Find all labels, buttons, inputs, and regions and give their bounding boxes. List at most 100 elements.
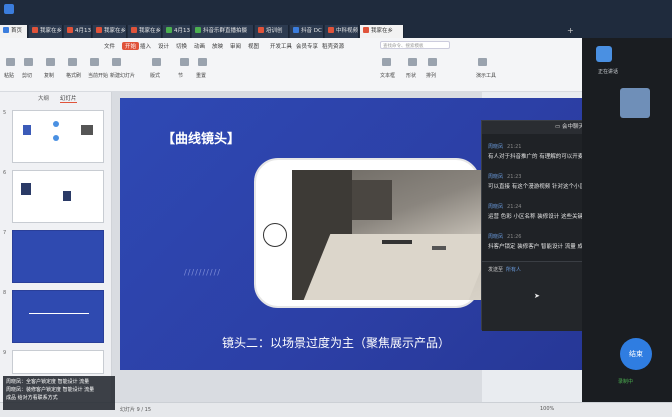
tab[interactable]: 抖音乐群直播拍摄 <box>192 25 254 38</box>
ribbon-button[interactable]: 演示工具 <box>476 72 496 79</box>
tab-label: 我家在乡 <box>104 28 127 34</box>
chat-notification-overlay: 周晓凤：全客户锁定度 智能设计 流量 周晓凤：装修客户锁定度 智能设计 流量 成… <box>3 376 115 410</box>
tab-label: 我家在乡 <box>371 28 394 34</box>
slide-thumbnail[interactable] <box>12 350 104 374</box>
meeting-side-panel: 正在讲话 结束 录制中 <box>582 38 672 417</box>
tab-icon <box>32 27 38 33</box>
menu-item[interactable]: 视图 <box>248 42 259 50</box>
sender-name: 周晓凤 <box>488 174 504 180</box>
send-to-label: 发送至 <box>488 267 504 273</box>
tab[interactable]: 4月13日 <box>64 25 92 38</box>
menu-item[interactable]: 稻壳资源 <box>322 42 344 50</box>
slide-thumbnail-panel: 大纲 幻灯片 5 6 7 8 9 <box>0 92 112 402</box>
mouse-cursor-icon: ➤ <box>534 292 540 300</box>
ribbon-button[interactable]: 版式 <box>150 72 160 79</box>
end-button-label: 结束 <box>629 350 643 358</box>
tab[interactable]: 我家在乡 <box>29 25 63 38</box>
zoom-level[interactable]: 100% <box>540 406 554 412</box>
ribbon-button[interactable]: 粘贴 <box>4 72 14 79</box>
menu-item[interactable]: 设计 <box>158 42 169 50</box>
slide-thumbnail[interactable] <box>12 170 104 223</box>
ribbon-button-icon <box>6 58 15 66</box>
menu-item[interactable]: 文件 <box>104 42 115 50</box>
message-time: 21:26 <box>507 234 522 240</box>
ribbon-button[interactable]: 剪切 <box>22 72 32 79</box>
send-to-select[interactable]: 所有人 <box>506 266 521 273</box>
ribbon-button[interactable]: 格式刷 <box>66 72 81 79</box>
menu-item[interactable]: 动画 <box>194 42 205 50</box>
ribbon-button[interactable]: 文本框 <box>380 72 395 79</box>
tab-label: 我家在乡 <box>40 28 63 34</box>
slide-thumbnail[interactable] <box>12 290 104 343</box>
participant-video <box>620 88 650 118</box>
tab[interactable]: 我家在乡 <box>360 25 404 38</box>
tab[interactable]: 培训创 <box>255 25 289 38</box>
speaker-avatar <box>596 46 612 62</box>
search-input[interactable]: 查找命令、搜索模板 <box>380 41 450 49</box>
tab[interactable]: 4月13日 <box>163 25 191 38</box>
search-placeholder: 查找命令、搜索模板 <box>383 44 424 49</box>
ribbon-button-icon <box>68 58 77 66</box>
notification-line: 周晓凤：装修客户锁定度 智能设计 流量 <box>6 387 95 393</box>
end-button[interactable]: 结束 <box>620 338 652 370</box>
tab[interactable]: 中科视频 <box>325 25 359 38</box>
ribbon-button[interactable]: 复制 <box>44 72 54 79</box>
tab-icon <box>166 27 172 33</box>
notification-line: 成品 给对方看联系方式 <box>6 395 58 401</box>
menu-item[interactable]: 开发工具 <box>270 42 292 50</box>
slide-number: 9 <box>3 350 7 356</box>
slide-counter: 幻灯片 9 / 15 <box>120 407 151 413</box>
slide-number: 8 <box>3 290 7 296</box>
app-logo-icon <box>4 4 14 14</box>
tab-slides[interactable]: 幻灯片 <box>60 94 77 103</box>
speaking-status: 正在讲话 <box>598 69 619 75</box>
ribbon-button[interactable]: 排列 <box>426 72 436 79</box>
tab-outline[interactable]: 大纲 <box>38 94 49 102</box>
tab-icon <box>328 27 334 33</box>
menu-item[interactable]: 会员专享 <box>296 42 318 50</box>
slide-thumbnail[interactable] <box>12 110 104 163</box>
ribbon-button-icon <box>180 58 189 66</box>
tab-icon <box>67 27 73 33</box>
menu-item[interactable]: 开始 <box>122 42 140 50</box>
message-time: 21:23 <box>507 174 522 180</box>
ribbon-button[interactable]: 节 <box>178 72 183 79</box>
tab-icon <box>131 27 137 33</box>
ribbon-button[interactable]: 形状 <box>406 72 416 79</box>
message-time: 21:21 <box>507 144 522 150</box>
ribbon-button-icon <box>428 58 437 66</box>
ribbon-button[interactable]: 重置 <box>196 72 206 79</box>
ribbon-toolbar: 文件 开始 插入 设计 切换 动画 放映 审阅 视图 开发工具 会员专享 稻壳资源 查找命令、搜索模板… <box>0 38 582 92</box>
tab[interactable]: 我家在乡 <box>128 25 162 38</box>
tab-icon <box>258 27 264 33</box>
slide-thumbnail[interactable] <box>12 230 104 283</box>
message-time: 21:24 <box>507 204 522 210</box>
office-scene-image <box>292 170 482 300</box>
phone-mockup <box>254 158 482 308</box>
menu-item[interactable]: 审阅 <box>230 42 241 50</box>
ribbon-button-icon <box>112 58 121 66</box>
menu-item[interactable]: 放映 <box>212 42 223 50</box>
ribbon-button-icon <box>408 58 417 66</box>
chat-message-sender: 周晓凤 21:21 <box>488 143 521 150</box>
notification-line: 周晓凤：全客户锁定度 智能设计 流量 <box>6 379 90 385</box>
menu-item[interactable]: 切换 <box>176 42 187 50</box>
sender-name: 周晓凤 <box>488 144 504 150</box>
ribbon-button-icon <box>46 58 55 66</box>
ribbon-button[interactable]: 新建幻灯片 <box>110 72 135 79</box>
slide-number: 5 <box>3 110 7 116</box>
browser-tab-bar: 首页 我家在乡 4月13日 我家在乡 我家在乡 4月13日 抖音乐群直播拍摄 培训创 抖音 DC… <box>0 0 672 38</box>
new-tab-icon[interactable]: + <box>567 26 574 35</box>
ribbon-button-icon <box>198 58 207 66</box>
ribbon-button[interactable]: 当前开始 <box>88 72 108 79</box>
tab[interactable]: 抖音 DC <box>290 25 324 38</box>
ribbon-button-icon <box>152 58 161 66</box>
tab[interactable]: 首页 <box>0 25 28 38</box>
tab-label: 培训创 <box>266 28 283 34</box>
ribbon-button-icon <box>90 58 99 66</box>
ribbon-button-icon <box>478 58 487 66</box>
chat-message-sender: 周晓凤 21:24 <box>488 203 521 210</box>
menu-item[interactable]: 插入 <box>140 42 151 50</box>
tab[interactable]: 我家在乡 <box>93 25 127 38</box>
sender-name: 周晓凤 <box>488 234 504 240</box>
